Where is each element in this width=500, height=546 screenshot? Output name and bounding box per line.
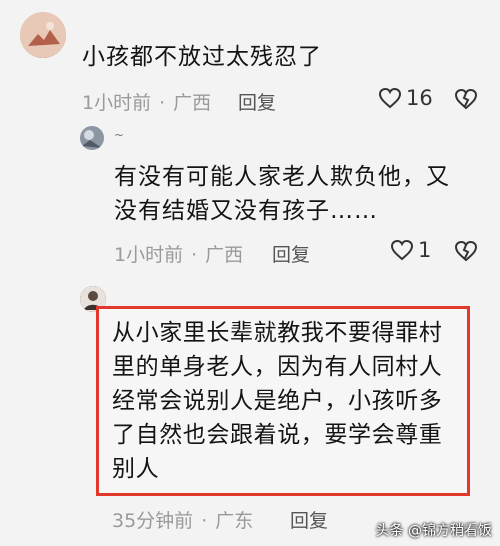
comment-line: 别人 (112, 456, 160, 482)
reply-button[interactable]: 回复 (238, 88, 276, 115)
comment-location: 广西 (205, 244, 244, 266)
broken-heart-icon (454, 240, 478, 262)
broken-heart-icon (454, 88, 478, 110)
comment-time: 35分钟前 (112, 510, 194, 532)
comment-location: 广东 (215, 510, 254, 532)
reply-button[interactable]: 回复 (272, 240, 310, 267)
comment-line: 了自然也会跟着说，要学会尊重 (112, 422, 443, 448)
dislike-button[interactable] (454, 88, 478, 114)
like-button[interactable]: 1 (390, 238, 431, 262)
heart-icon (378, 87, 402, 109)
comment-line: 有没有可能人家老人欺负他，又 (114, 164, 450, 190)
like-button[interactable]: 16 (378, 86, 433, 110)
separator: · (191, 244, 198, 266)
watermark: 头条 @锦方稍看饭 (375, 523, 492, 539)
dislike-button[interactable] (454, 240, 478, 266)
avatar-image (80, 126, 104, 150)
comment-text: 从小家里长辈就教我不要得罪村 里的单身老人，因为有人同村人 经常会说别人是绝户，… (112, 316, 442, 486)
comment-line: 从小家里长辈就教我不要得罪村 (112, 320, 443, 346)
comment-meta: 1小时前 · 广西 (114, 240, 243, 267)
comment-time: 1小时前 (82, 92, 152, 114)
username[interactable]: ~ (114, 128, 124, 142)
separator: · (201, 510, 208, 532)
reply-button[interactable]: 回复 (290, 506, 328, 533)
like-count: 16 (406, 86, 433, 110)
comment-time: 1小时前 (114, 244, 184, 266)
comment-meta: 1小时前 · 广西 (82, 88, 211, 115)
comment-line: 经常会说别人是绝户，小孩听多 (112, 388, 443, 414)
comment-text: 有没有可能人家老人欺负他，又 没有结婚又没有孩子…… (114, 160, 450, 228)
comment-line: 没有结婚又没有孩子…… (114, 198, 378, 224)
comment-meta: 35分钟前 · 广东 (112, 506, 253, 533)
comment-location: 广西 (173, 92, 212, 114)
avatar[interactable] (20, 12, 66, 58)
avatar[interactable] (80, 126, 104, 150)
heart-icon (390, 239, 414, 261)
separator: · (159, 92, 166, 114)
comment-text: 小孩都不放过太残忍了 (82, 44, 322, 70)
avatar-image (20, 12, 66, 58)
comment-line: 里的单身老人，因为有人同村人 (112, 354, 443, 380)
like-count: 1 (418, 238, 432, 262)
